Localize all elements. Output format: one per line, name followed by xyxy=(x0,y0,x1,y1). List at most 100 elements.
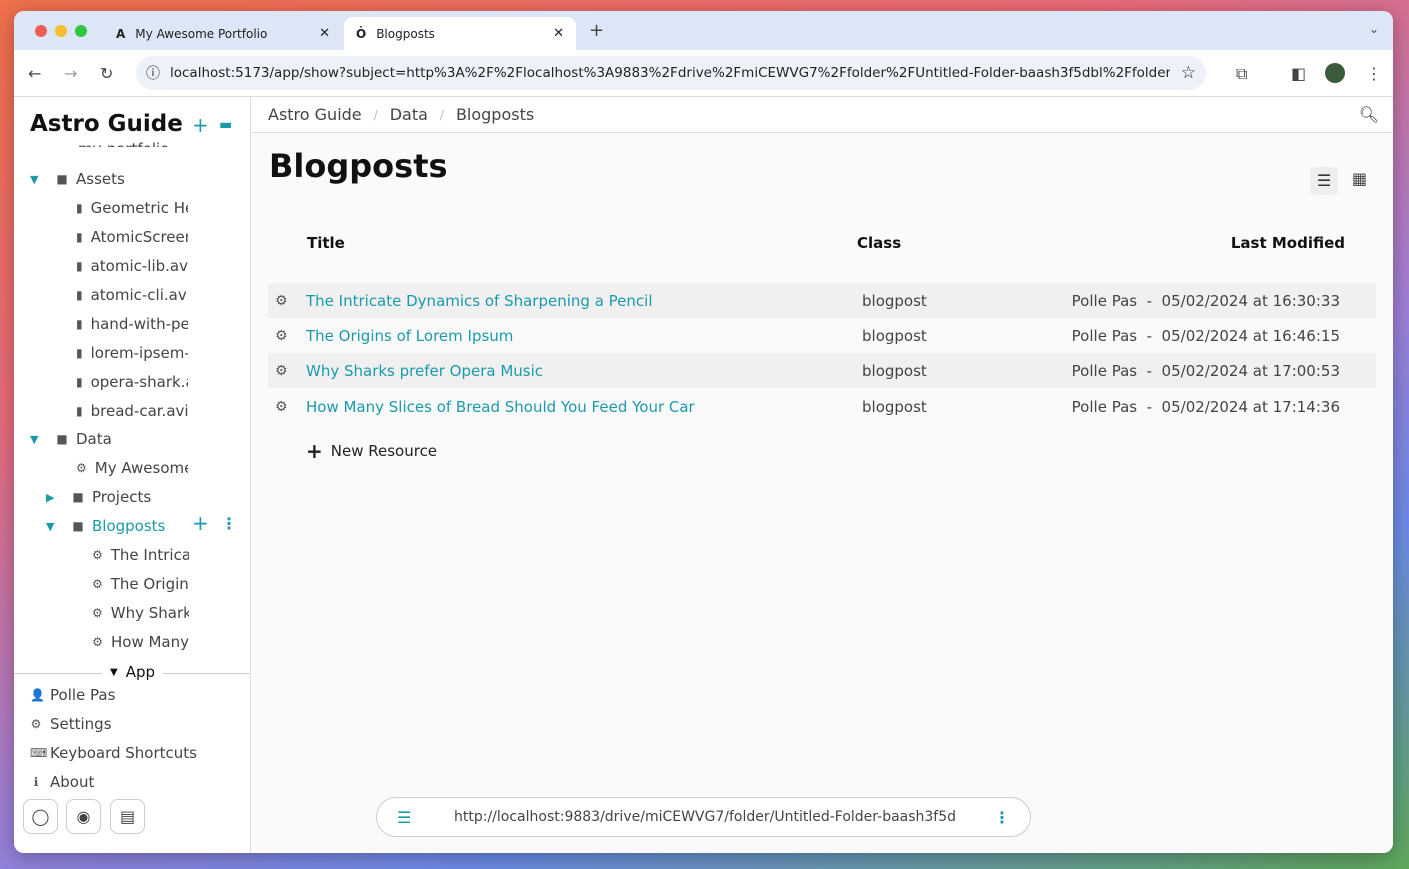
tree-item-file[interactable]: ▮ AtomicScreen xyxy=(76,228,188,246)
atom-icon: ⚙ xyxy=(92,606,103,620)
url-input[interactable]: ⓘ localhost:5173/app/show?subject=http%3… xyxy=(136,56,1206,90)
column-header-title[interactable]: Title xyxy=(307,234,345,252)
more-options-icon[interactable]: ⋮ xyxy=(221,514,237,533)
tree-item-blogpost[interactable]: ⚙ The Origins xyxy=(92,575,189,593)
close-window-button[interactable] xyxy=(35,25,47,37)
last-modified: Polle Pas - 05/02/2024 at 17:00:53 xyxy=(1071,361,1340,380)
grid-view-button[interactable]: ▦ xyxy=(1352,169,1367,188)
github-button[interactable]: ◯ xyxy=(23,799,58,834)
browser-menu-icon[interactable]: ⋮ xyxy=(1366,64,1382,83)
class-link[interactable]: blogpost xyxy=(862,362,927,380)
caret-down-icon[interactable]: ▼ xyxy=(30,433,42,446)
last-modified: Polle Pas - 05/02/2024 at 16:46:15 xyxy=(1071,326,1340,345)
discord-button[interactable]: ◉ xyxy=(66,799,101,834)
caret-right-icon[interactable]: ▶ xyxy=(46,491,58,504)
minimize-window-button[interactable] xyxy=(55,25,67,37)
breadcrumb-item[interactable]: Data xyxy=(390,105,428,124)
menu-item-about[interactable]: ℹ About xyxy=(30,773,95,791)
tree-item-file[interactable]: ▮ lorem-ipsem- xyxy=(76,344,188,362)
new-tab-button[interactable]: + xyxy=(589,20,604,41)
file-icon: ▮ xyxy=(76,317,83,331)
table-row[interactable]: ⚙ The Intricate Dynamics of Sharpening a … xyxy=(268,283,1376,318)
folder-icon: ■ xyxy=(72,519,84,533)
tree-label: hand-with-pe xyxy=(90,315,188,333)
tree-item-file[interactable]: ▮ atomic-lib.avif xyxy=(76,257,188,275)
folder-icon: ■ xyxy=(56,432,68,446)
menu-item-settings[interactable]: ⚙ Settings xyxy=(30,715,112,733)
resource-link[interactable]: How Many Slices of Bread Should You Feed… xyxy=(306,398,695,416)
tree-item-assets[interactable]: ▼ ■ Assets xyxy=(30,170,125,188)
last-modified: Polle Pas - 05/02/2024 at 17:14:36 xyxy=(1071,397,1340,416)
close-tab-icon[interactable]: ✕ xyxy=(319,26,330,41)
close-tab-icon[interactable]: ✕ xyxy=(553,26,564,41)
column-header-last-modified[interactable]: Last Modified xyxy=(1231,234,1345,252)
tree-item-data[interactable]: ▼ ■ Data xyxy=(30,430,112,448)
hamburger-menu-icon[interactable]: ☰ xyxy=(397,808,411,827)
tab-search-chevron-icon[interactable]: ⌄ xyxy=(1369,22,1379,36)
tree-item-resource[interactable]: ⚙ My Awesome xyxy=(76,459,188,477)
tab-portfolio[interactable]: A My Awesome Portfolio ✕ xyxy=(104,17,342,50)
github-icon: ◯ xyxy=(31,807,50,826)
caret-down-icon[interactable]: ▼ xyxy=(46,520,58,533)
menu-item-user[interactable]: 👤 Polle Pas xyxy=(30,686,115,704)
tree-item-blogpost[interactable]: ⚙ Why Sharks xyxy=(92,604,189,622)
tree-item-blogpost[interactable]: ⚙ How Many xyxy=(92,633,189,651)
back-button[interactable]: ← xyxy=(28,64,41,83)
tree-label: Projects xyxy=(92,488,152,506)
app-section-toggle[interactable]: ▼ App xyxy=(102,663,164,681)
tree-label: Blogposts xyxy=(92,517,166,535)
folder-icon: ■ xyxy=(56,172,68,186)
menu-label: Polle Pas xyxy=(50,686,116,704)
breadcrumb-item[interactable]: Astro Guide xyxy=(268,105,362,124)
class-link[interactable]: blogpost xyxy=(862,327,927,345)
keyboard-icon: ⌨ xyxy=(30,746,48,760)
breadcrumb-separator: / xyxy=(373,107,378,122)
forward-button[interactable]: → xyxy=(64,64,77,83)
docs-button[interactable]: ▤ xyxy=(110,799,145,834)
tree-item-file[interactable]: ▮ hand-with-pe xyxy=(76,315,188,333)
menu-label: About xyxy=(50,773,95,791)
side-panel-icon[interactable]: ◧ xyxy=(1291,64,1306,83)
tree-item-file[interactable]: ▮ Geometric He xyxy=(76,199,188,217)
list-view-button[interactable]: ☰ xyxy=(1310,167,1338,195)
table-row[interactable]: ⚙ The Origins of Lorem Ipsum blogpost Polle… xyxy=(268,318,1376,353)
tree-item-file[interactable]: ▮ atomic-cli.avif xyxy=(76,286,188,304)
tree-item-file[interactable]: ▮ bread-car.avif xyxy=(76,402,188,420)
discord-icon: ◉ xyxy=(76,807,91,826)
book-icon: ▤ xyxy=(119,807,136,826)
table-row[interactable]: ⚙ How Many Slices of Bread Should You Fee… xyxy=(268,389,1376,424)
column-header-class[interactable]: Class xyxy=(857,234,901,252)
extensions-icon[interactable]: ⧉ xyxy=(1236,64,1247,84)
class-link[interactable]: blogpost xyxy=(862,292,927,310)
tree-item-blogposts[interactable]: ▼ ■ Blogposts xyxy=(46,517,165,535)
sidebar: Astro Guide + ▬ ▪my-portfolio ▼■Assets ▮… xyxy=(14,97,251,853)
site-info-icon[interactable]: ⓘ xyxy=(146,63,160,83)
menu-item-shortcuts[interactable]: ⌨ Keyboard Shortcuts xyxy=(30,744,197,762)
browser-window: A My Awesome Portfolio ✕ Ȯ Blogposts ✕ +… xyxy=(14,11,1393,853)
tree-item-projects[interactable]: ▶ ■ Projects xyxy=(46,488,151,506)
add-to-folder-button[interactable]: + xyxy=(192,511,209,535)
more-options-icon[interactable]: ⋮ xyxy=(994,808,1010,827)
tree-item-file[interactable]: ▮ opera-shark.a xyxy=(76,373,188,391)
atom-icon: ⚙ xyxy=(92,577,103,591)
caret-down-icon[interactable]: ▼ xyxy=(30,173,42,186)
tree-label: atomic-lib.avif xyxy=(90,257,188,275)
profile-avatar[interactable] xyxy=(1325,63,1345,83)
tree-item-blogpost[interactable]: ⚙ The Intricat xyxy=(92,546,189,564)
maximize-window-button[interactable] xyxy=(75,25,87,37)
bookmark-star-icon[interactable]: ☆ xyxy=(1181,63,1196,83)
table-row[interactable]: ⚙ Why Sharks prefer Opera Music blogpost Po… xyxy=(268,353,1376,388)
new-resource-button[interactable]: + New Resource xyxy=(306,439,437,463)
subject-url-input[interactable]: http://localhost:9883/drive/miCEWVG7/fol… xyxy=(454,809,956,825)
breadcrumb-separator: / xyxy=(439,107,444,122)
resource-link[interactable]: The Intricate Dynamics of Sharpening a P… xyxy=(306,292,653,310)
search-icon[interactable]: 🔍︎ xyxy=(1359,105,1379,124)
reload-button[interactable]: ↻ xyxy=(100,64,113,83)
resource-link[interactable]: Why Sharks prefer Opera Music xyxy=(306,362,543,380)
gear-icon: ⚙ xyxy=(30,717,42,731)
resource-link[interactable]: The Origins of Lorem Ipsum xyxy=(306,327,513,345)
tab-blogposts[interactable]: Ȯ Blogposts ✕ xyxy=(344,17,576,50)
class-link[interactable]: blogpost xyxy=(862,398,927,416)
tree-label: lorem-ipsem- xyxy=(90,344,188,362)
breadcrumb: Astro Guide / Data / Blogposts 🔍︎ xyxy=(252,97,1393,133)
